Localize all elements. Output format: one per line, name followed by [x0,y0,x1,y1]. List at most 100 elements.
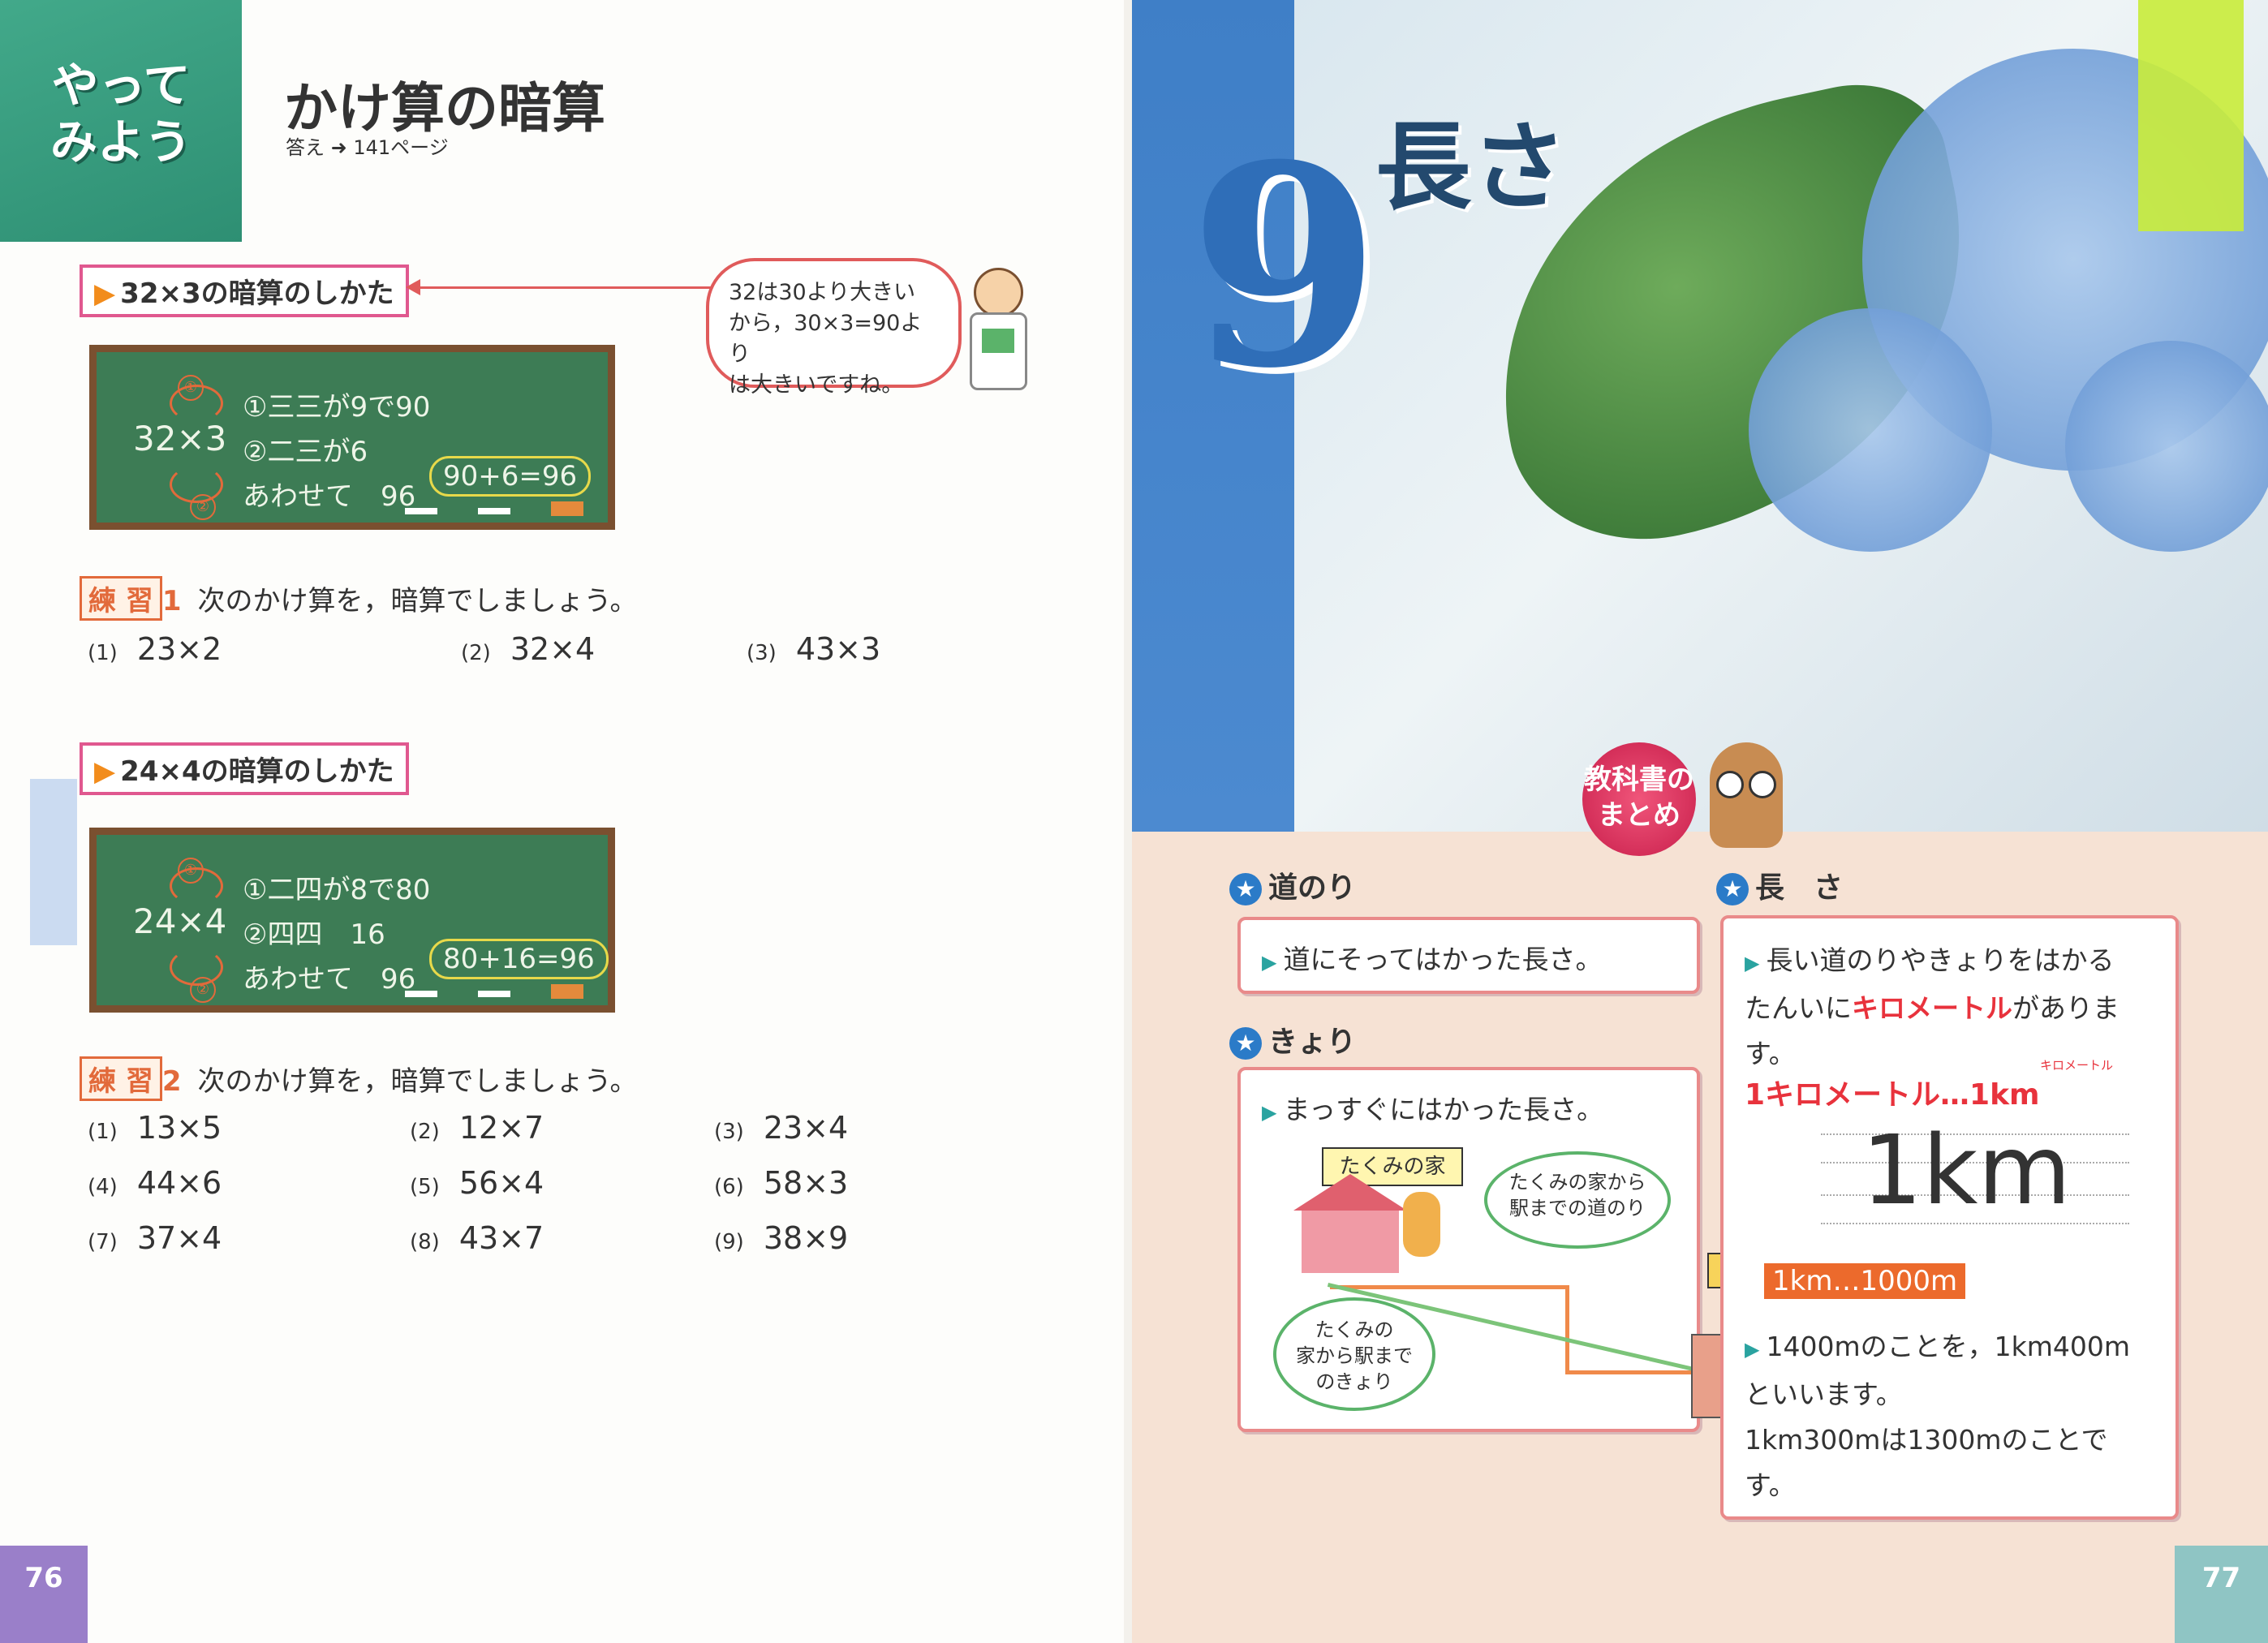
arc-1 [170,385,223,422]
kyori-heading: ★ きょり [1229,1018,1356,1060]
practice-number: 1 [161,585,182,617]
expression: 24×4 [133,901,227,941]
problem-number: (7) [88,1230,118,1254]
problem: (1) 13×5 [88,1110,222,1146]
road-line [1330,1285,1565,1289]
problem-number: (6) [714,1175,744,1199]
triangle-icon: ▶ [94,755,116,788]
michinori-map-bubble: たくみの家から 駅までの道のり [1484,1151,1671,1249]
kilometer-keyword: キロメートル [1852,992,2012,1024]
section-heading-2: ▶ 24×4の暗算のしかた [80,742,409,795]
eraser-icon [551,984,583,999]
step-2-marker: ② [190,977,216,1003]
problem-number: (2) [410,1120,440,1144]
road-line [1565,1285,1569,1374]
child-icon [1403,1192,1440,1257]
left-page: やって みよう かけ算の暗算 答え ➜ 141ページ ▶ 32×3の暗算のしかた … [0,0,1124,1643]
star-icon: ★ [1229,1027,1262,1060]
triangle-icon: ▶ [1745,952,1760,974]
problem: (2) 32×4 [461,631,595,667]
problem: (7) 37×4 [88,1220,222,1256]
problem-number: (1) [88,641,118,665]
problem-number: (3) [747,641,777,665]
problem-number: (1) [88,1120,118,1144]
triangle-icon: ▶ [94,277,116,310]
sticky-note [30,779,77,945]
practice-instruction: 次のかけ算を，暗算でしましょう。 [197,1065,638,1098]
page-number-77: 77 [2175,1546,2268,1643]
blackboard-1: ① 32×3 ② ①三三が9で90 ②二三が6 あわせて 96 90+6=96 [89,345,615,530]
kyori-definition: まっすぐにはかった長さ。 [1283,1094,1604,1125]
board-line-2: ②四四 16 [243,918,385,951]
example-line-3: 1km300mは1300mのことで [1745,1424,2108,1456]
star-icon: ★ [1716,873,1749,905]
arc-1 [170,867,223,905]
problem-text: 23×2 [136,631,222,667]
house-roof [1293,1174,1407,1211]
eraser-icon [551,501,583,516]
section-heading-2-text: 24×4の暗算のしかた [120,755,394,788]
problem-number: (4) [88,1175,118,1199]
problem-text: 58×3 [763,1165,849,1201]
board-line-3: あわせて 96 [243,480,416,513]
unit-line: 1キロメートル…1km [1745,1078,2040,1112]
problem-text: 43×3 [795,631,881,667]
house-icon [1302,1208,1399,1273]
michinori-definition: 道にそってはかった長さ。 [1283,944,1603,975]
section-heading-1: ▶ 32×3の暗算のしかた [80,265,409,317]
kyori-map-bubble: たくみの 家から駅まで のきょり [1273,1297,1435,1411]
right-page: 9 長さ 教科書の まとめ ★ 道のり ▶ 道にそってはかった長さ。 ★ きょり ▶ ま… [1132,0,2268,1643]
problem-number: (9) [714,1230,744,1254]
sum-oval: 80+16=96 [429,939,609,979]
board-line-2: ②二三が6 [243,436,368,468]
practice-number: 2 [161,1065,182,1098]
problem: (4) 44×6 [88,1165,222,1201]
badge-label: やって みよう [49,58,192,170]
example-line-1: 1400mのことを，1km400m [1766,1331,2130,1362]
problem: (1) 23×2 [88,631,222,667]
problem-text: 13×5 [136,1110,222,1146]
nagasa-card: ▶ 長い道のりやきょりをはかる たんいにキロメートルがありま す。 キロメートル … [1720,915,2179,1520]
problem: (5) 56×4 [410,1165,544,1201]
unit-ruby: キロメートル [2040,1058,2114,1073]
michinori-heading-text: 道のり [1268,871,1357,905]
teacher-icon [966,268,1027,390]
flower-cluster [2065,341,2268,552]
practice-instruction: 次のかけ算を，暗算でしましょう。 [197,585,638,617]
problem-text: 56×4 [458,1165,544,1201]
chapter-number: 9 [1189,105,1381,429]
problem: (3) 23×4 [714,1110,848,1146]
board-line-1: ①三三が9で90 [243,391,431,424]
nagasa-heading: ★ 長 さ [1716,864,1843,906]
chalk [478,991,510,997]
page-number-76: 76 [0,1546,88,1643]
expression: 32×3 [133,419,227,458]
problem: (3) 43×3 [747,631,880,667]
problem-number: (8) [410,1230,440,1254]
problem-number: (2) [461,641,491,665]
triangle-icon: ▶ [1262,1101,1277,1124]
board-line-1: ①二四が8で80 [243,874,431,906]
owl-eye [1716,771,1744,798]
problem: (9) 38×9 [714,1220,848,1256]
arrow-left-icon [406,279,420,295]
answer-reference: 答え ➜ 141ページ [286,136,449,159]
problem: (8) 43×7 [410,1220,544,1256]
problem-text: 32×4 [510,631,596,667]
chalk [405,508,437,514]
blackboard-2: ① 24×4 ② ①二四が8で80 ②四四 16 あわせて 96 80+16=9… [89,828,615,1013]
problem: (2) 12×7 [410,1110,544,1146]
example-line-4: す。 [1745,1469,1796,1501]
practice-1: 練 習 1 次のかけ算を，暗算でしましょう。 [80,576,637,621]
problem-number: (5) [410,1175,440,1199]
problem-text: 37×4 [136,1220,222,1256]
kyori-heading-text: きょり [1268,1026,1357,1059]
practice-tag: 練 習 [80,1056,162,1101]
kyori-card: ▶まっすぐにはかった長さ。 たくみの家 駅 たくみの家から 駅までの道のり たく… [1237,1067,1759,1432]
road-line [1565,1370,1703,1374]
km-example: ▶ 1400mのことを，1km400m といいます。 1km300mは1300mの… [1745,1324,2130,1508]
problem-text: 23×4 [763,1110,849,1146]
nagasa-text-d: す。 [1745,1038,1796,1069]
michinori-card: ▶ 道にそってはかった長さ。 [1237,917,1700,994]
big-km-unit: 1km [1861,1114,2072,1226]
